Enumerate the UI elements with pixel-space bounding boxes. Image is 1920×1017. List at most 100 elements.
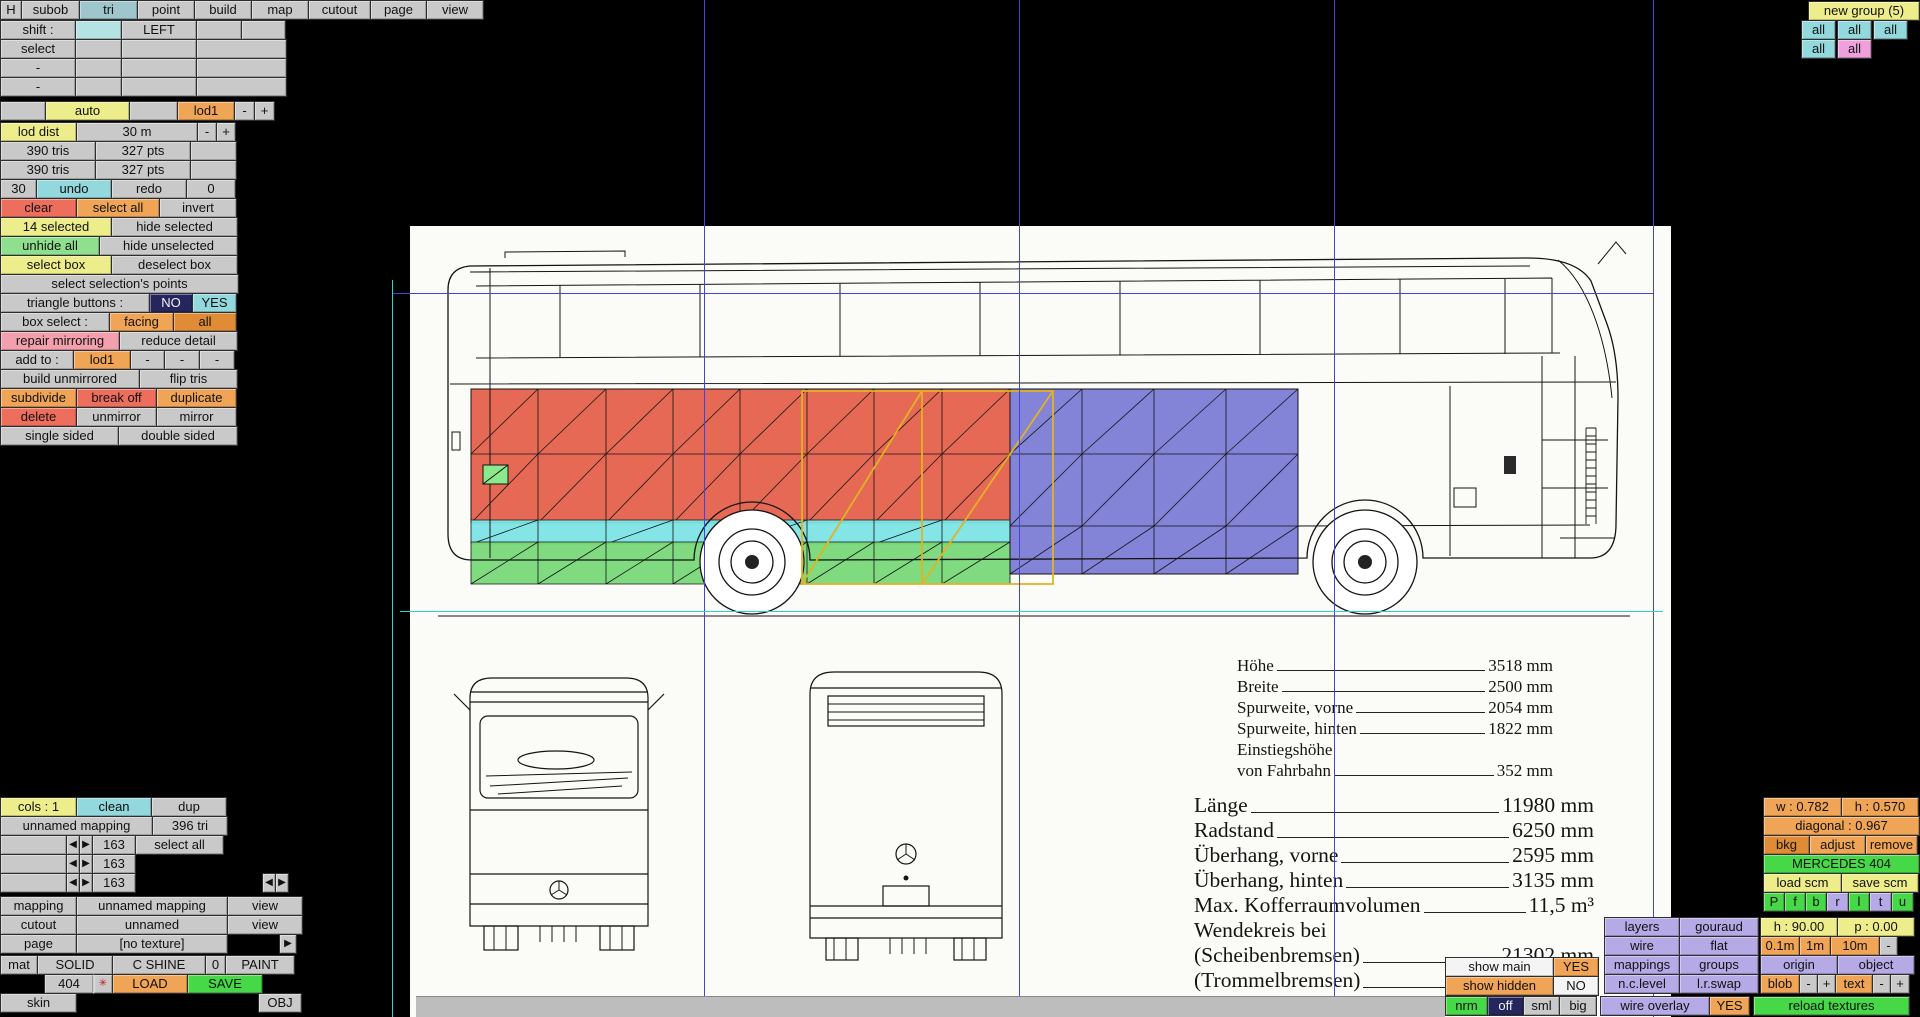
delete[interactable]: delete (0, 407, 77, 427)
sml[interactable]: sml (1523, 996, 1560, 1016)
view[interactable]: view (227, 896, 303, 916)
next-arrow[interactable]: ▶ (275, 873, 289, 893)
select-all[interactable]: select all (135, 835, 224, 855)
color-swatch-blue[interactable] (0, 873, 67, 893)
next-arrow[interactable]: ▶ (279, 934, 297, 954)
build[interactable]: build (194, 0, 252, 20)
new-group-button[interactable]: new group (5) (1808, 1, 1920, 21)
object[interactable]: object (1837, 955, 1915, 975)
minus-button[interactable]: - (1872, 974, 1891, 994)
h[interactable]: H (0, 0, 22, 20)
facing[interactable]: facing (109, 312, 174, 332)
save[interactable]: SAVE (187, 974, 263, 994)
n-c-level[interactable]: n.c.level (1604, 974, 1680, 994)
prev-arrow[interactable]: ◀ (66, 854, 80, 874)
hide-selected[interactable]: hide selected (111, 217, 238, 237)
empty-slot[interactable] (196, 77, 287, 97)
mappings[interactable]: mappings (1604, 955, 1680, 975)
empty-slot[interactable] (75, 58, 122, 78)
next-arrow[interactable]: ▶ (79, 873, 93, 893)
lod-dist[interactable]: lod dist (0, 122, 77, 142)
10m[interactable]: 10m (1830, 936, 1880, 956)
hide-unselected[interactable]: hide unselected (99, 236, 238, 256)
b[interactable]: b (1805, 892, 1827, 912)
cols-1[interactable]: cols : 1 (0, 797, 77, 817)
shift-value[interactable] (75, 20, 122, 40)
load-scm[interactable]: load scm (1763, 873, 1842, 893)
cutout[interactable]: cutout (308, 0, 371, 20)
double-sided[interactable]: double sided (118, 426, 238, 446)
empty-slot[interactable] (129, 101, 178, 121)
page[interactable]: page (370, 0, 427, 20)
empty-slot[interactable] (121, 39, 197, 59)
left[interactable]: LEFT (121, 20, 197, 40)
minus-button[interactable]: - (130, 350, 165, 370)
select-selection-s-points[interactable]: select selection's points (0, 274, 239, 294)
minus-button[interactable]: - (199, 350, 235, 370)
gouraud[interactable]: gouraud (1679, 917, 1759, 937)
origin[interactable]: origin (1760, 955, 1838, 975)
l[interactable]: l (1848, 892, 1870, 912)
build-unmirrored[interactable]: build unmirrored (0, 369, 140, 389)
show-main-toggle[interactable]: YES (1553, 957, 1599, 977)
bkg[interactable]: bkg (1763, 835, 1810, 855)
empty-slot[interactable] (75, 39, 122, 59)
solid[interactable]: SOLID (37, 955, 113, 975)
wire-overlay-toggle[interactable]: YES (1709, 996, 1750, 1016)
mapping[interactable]: mapping (0, 896, 77, 916)
c-shine[interactable]: C SHINE (112, 955, 206, 975)
mirror[interactable]: mirror (156, 407, 237, 427)
empty-slot[interactable] (0, 101, 46, 121)
remove[interactable]: remove (1865, 835, 1918, 855)
minus-button[interactable]: - (1799, 974, 1818, 994)
f[interactable]: f (1784, 892, 1806, 912)
l-r-swap[interactable]: l.r.swap (1679, 974, 1759, 994)
mat[interactable]: mat (0, 955, 38, 975)
point[interactable]: point (137, 0, 195, 20)
minus-button[interactable]: - (234, 101, 255, 121)
text[interactable]: text (1835, 974, 1873, 994)
obj[interactable]: OBJ (258, 993, 302, 1013)
color-swatch-red[interactable] (0, 835, 67, 855)
unhide-all[interactable]: unhide all (0, 236, 100, 256)
flip-tris[interactable]: flip tris (139, 369, 238, 389)
plus-button[interactable]: + (254, 101, 275, 121)
selected-triangle-marker[interactable] (482, 464, 509, 485)
skin[interactable]: skin (0, 993, 77, 1013)
groups[interactable]: groups (1679, 955, 1759, 975)
big[interactable]: big (1559, 996, 1597, 1016)
undo[interactable]: undo (36, 179, 112, 199)
0[interactable]: 0 (205, 955, 226, 975)
map[interactable]: map (251, 0, 309, 20)
empty-slot[interactable] (196, 39, 287, 59)
next-arrow[interactable]: ▶ (79, 854, 93, 874)
invert[interactable]: invert (159, 198, 237, 218)
flat[interactable]: flat (1679, 936, 1759, 956)
page[interactable]: page (0, 934, 77, 954)
all[interactable]: all (173, 312, 237, 332)
subdivide[interactable]: subdivide (0, 388, 77, 408)
empty-slot[interactable] (121, 58, 197, 78)
lod1[interactable]: lod1 (73, 350, 131, 370)
empty-slot[interactable] (241, 20, 286, 40)
prev-arrow[interactable]: ◀ (66, 835, 80, 855)
all[interactable]: all (1801, 20, 1836, 40)
paint[interactable]: PAINT (225, 955, 295, 975)
p[interactable]: P (1763, 892, 1785, 912)
lod1[interactable]: lod1 (177, 101, 235, 121)
0-1m[interactable]: 0.1m (1760, 936, 1800, 956)
minus-button[interactable]: - (164, 350, 200, 370)
wire-overlay[interactable]: wire overlay (1600, 996, 1710, 1016)
empty-slot[interactable] (196, 20, 242, 40)
prev-arrow[interactable]: ◀ (66, 873, 80, 893)
lod-distance-value[interactable]: 30 m (76, 122, 198, 142)
clean[interactable]: clean (76, 797, 152, 817)
minus-button[interactable]: - (1879, 936, 1898, 956)
cutout[interactable]: cutout (0, 915, 77, 935)
empty-slot[interactable] (75, 77, 122, 97)
select[interactable]: select (0, 39, 76, 59)
minus-button[interactable]: - (197, 122, 217, 142)
all[interactable]: all (1801, 39, 1836, 59)
wire[interactable]: wire (1604, 936, 1680, 956)
single-sided[interactable]: single sided (0, 426, 119, 446)
